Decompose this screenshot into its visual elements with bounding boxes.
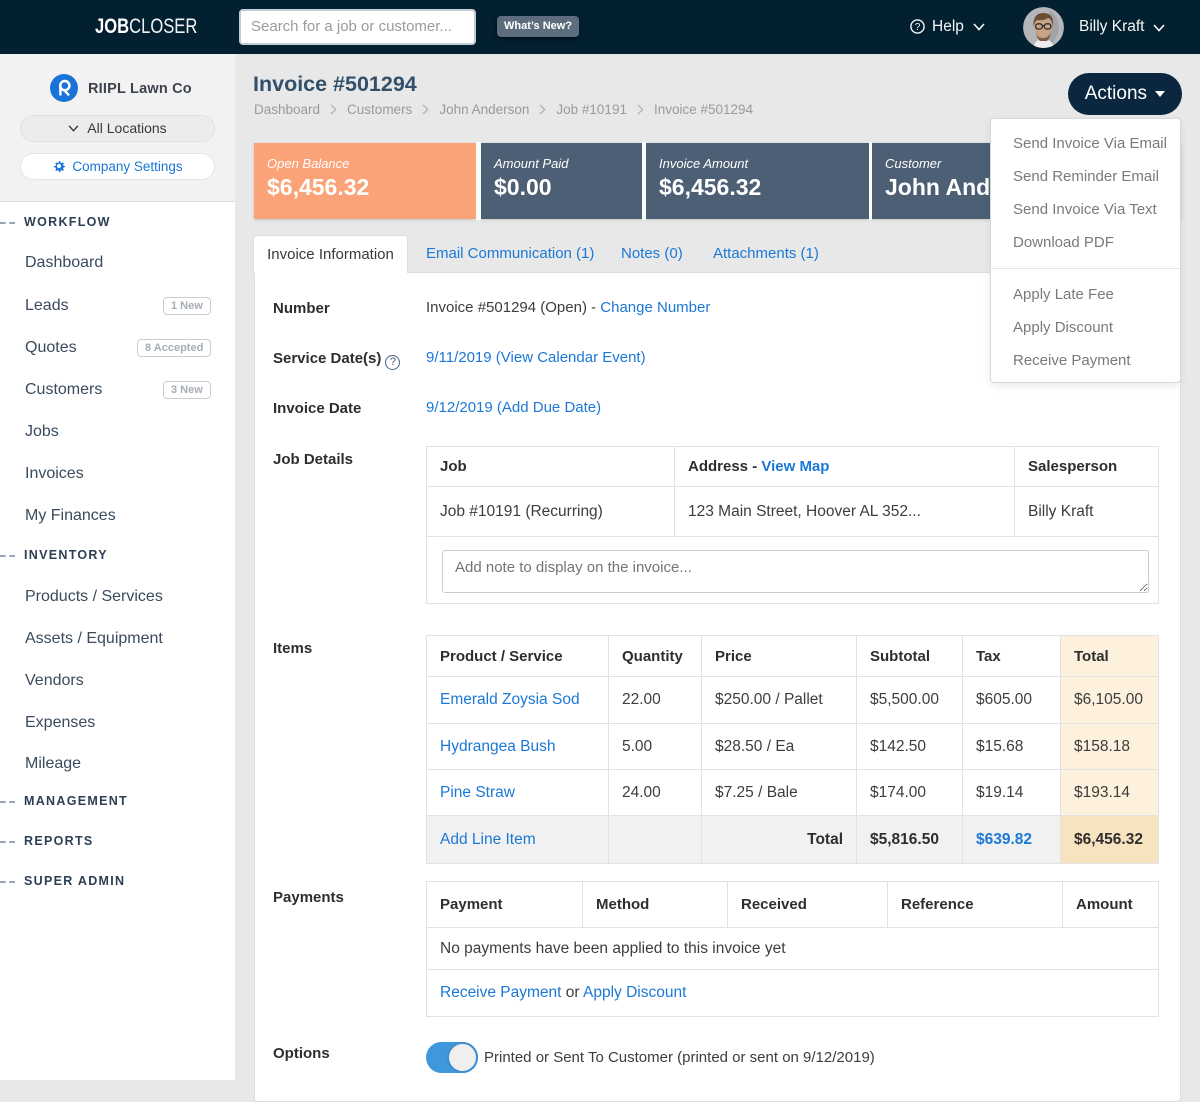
svg-text:?: ? xyxy=(915,22,921,33)
